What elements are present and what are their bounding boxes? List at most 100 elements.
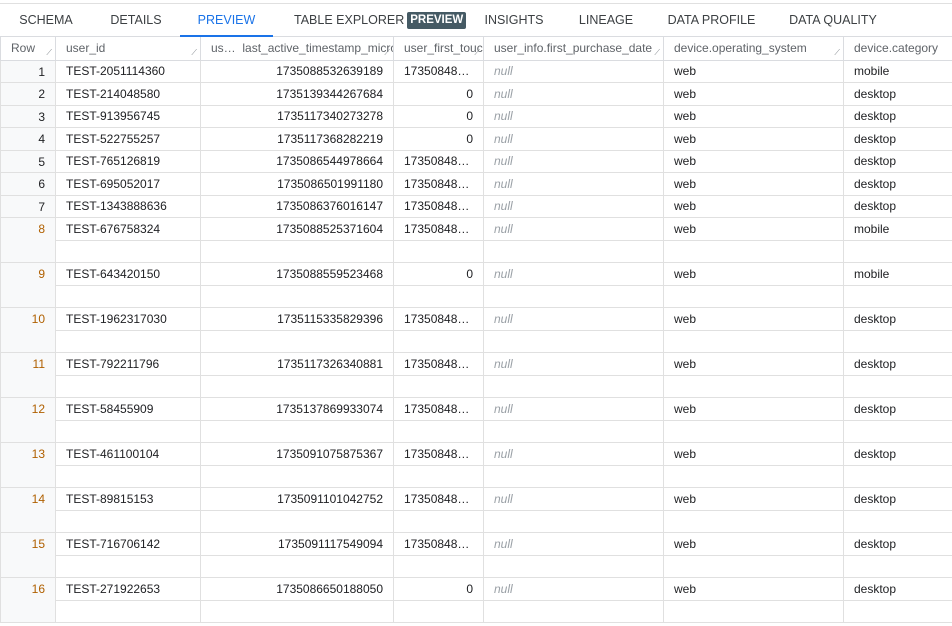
row-number[interactable]: 6 bbox=[0, 172, 56, 196]
cell-os[interactable]: web bbox=[663, 217, 844, 241]
cell-first-purchase[interactable]: null bbox=[483, 217, 664, 241]
resize-handle-icon[interactable]: ⟋ bbox=[46, 48, 52, 58]
cell-last-active[interactable]: 1735115335829396 bbox=[200, 307, 394, 331]
cell-user-id[interactable]: TEST-792211796 bbox=[55, 352, 201, 376]
cell-first-purchase[interactable]: null bbox=[483, 532, 664, 556]
row-number[interactable]: 14 bbox=[0, 487, 56, 533]
tab-data-quality[interactable]: DATA QUALITY bbox=[784, 4, 882, 37]
cell-os[interactable]: web bbox=[663, 172, 844, 196]
cell-first-touch[interactable]: 0 bbox=[393, 82, 484, 106]
cell-last-active[interactable]: 1735086501991180 bbox=[200, 172, 394, 196]
cell-first-touch[interactable]: 0 bbox=[393, 262, 484, 286]
tab-schema[interactable]: SCHEMA bbox=[10, 4, 82, 37]
cell-first-touch[interactable]: 0 bbox=[393, 104, 484, 128]
cell-first-purchase[interactable]: null bbox=[483, 352, 664, 376]
cell-category[interactable]: desktop bbox=[843, 307, 952, 331]
resize-handle-icon[interactable]: ⟋ bbox=[654, 48, 660, 58]
cell-first-purchase[interactable]: null bbox=[483, 82, 664, 106]
cell-last-active[interactable]: 1735086544978664 bbox=[200, 149, 394, 173]
cell-first-purchase[interactable]: null bbox=[483, 104, 664, 128]
cell-category[interactable]: desktop bbox=[843, 577, 952, 601]
cell-first-touch[interactable]: 173508480… bbox=[393, 307, 484, 331]
cell-category[interactable]: desktop bbox=[843, 487, 952, 511]
cell-last-active[interactable]: 1735117326340881 bbox=[200, 352, 394, 376]
tab-preview[interactable]: PREVIEW bbox=[180, 4, 273, 37]
cell-category[interactable]: desktop bbox=[843, 352, 952, 376]
cell-last-active[interactable]: 1735088532639189 bbox=[200, 59, 394, 83]
tab-lineage[interactable]: LINEAGE bbox=[570, 4, 642, 37]
row-number[interactable]: 10 bbox=[0, 307, 56, 353]
cell-last-active[interactable]: 1735088559523468 bbox=[200, 262, 394, 286]
cell-first-touch[interactable]: 173508480… bbox=[393, 149, 484, 173]
cell-first-purchase[interactable]: null bbox=[483, 59, 664, 83]
cell-os[interactable]: web bbox=[663, 532, 844, 556]
cell-os[interactable]: web bbox=[663, 82, 844, 106]
cell-category[interactable]: desktop bbox=[843, 194, 952, 218]
cell-category[interactable]: mobile bbox=[843, 59, 952, 83]
cell-os[interactable]: web bbox=[663, 262, 844, 286]
cell-user-id[interactable]: TEST-214048580 bbox=[55, 82, 201, 106]
cell-last-active[interactable]: 1735137869933074 bbox=[200, 397, 394, 421]
tab-details[interactable]: DETAILS bbox=[100, 4, 172, 37]
row-number[interactable]: 1 bbox=[0, 59, 56, 83]
cell-last-active[interactable]: 1735086650188050 bbox=[200, 577, 394, 601]
cell-user-id[interactable]: TEST-765126819 bbox=[55, 149, 201, 173]
cell-last-active[interactable]: 1735117340273278 bbox=[200, 104, 394, 128]
cell-user-id[interactable]: TEST-716706142 bbox=[55, 532, 201, 556]
cell-category[interactable]: desktop bbox=[843, 397, 952, 421]
cell-os[interactable]: web bbox=[663, 194, 844, 218]
tab-data-profile[interactable]: DATA PROFILE bbox=[664, 4, 759, 37]
cell-user-id[interactable]: TEST-2051114360 bbox=[55, 59, 201, 83]
cell-first-touch[interactable]: 173508480… bbox=[393, 487, 484, 511]
cell-user-id[interactable]: TEST-695052017 bbox=[55, 172, 201, 196]
header-last-active[interactable]: us… last_active_timestamp_micros ⟋ bbox=[200, 37, 394, 61]
cell-category[interactable]: desktop bbox=[843, 442, 952, 466]
cell-category[interactable]: desktop bbox=[843, 82, 952, 106]
cell-first-purchase[interactable]: null bbox=[483, 172, 664, 196]
cell-os[interactable]: web bbox=[663, 352, 844, 376]
cell-os[interactable]: web bbox=[663, 104, 844, 128]
cell-first-touch[interactable]: 173508480… bbox=[393, 194, 484, 218]
cell-last-active[interactable]: 1735091117549094 bbox=[200, 532, 394, 556]
header-first-purchase[interactable]: user_info.first_purchase_date ⟋ bbox=[483, 37, 664, 61]
cell-user-id[interactable]: TEST-676758324 bbox=[55, 217, 201, 241]
cell-os[interactable]: web bbox=[663, 442, 844, 466]
cell-user-id[interactable]: TEST-271922653 bbox=[55, 577, 201, 601]
cell-category[interactable]: desktop bbox=[843, 104, 952, 128]
row-number[interactable]: 15 bbox=[0, 532, 56, 578]
cell-first-touch[interactable]: 173508480… bbox=[393, 217, 484, 241]
row-number[interactable]: 13 bbox=[0, 442, 56, 488]
cell-os[interactable]: web bbox=[663, 397, 844, 421]
row-number[interactable]: 7 bbox=[0, 194, 56, 218]
header-category[interactable]: device.category bbox=[843, 37, 952, 61]
cell-first-purchase[interactable]: null bbox=[483, 194, 664, 218]
cell-first-purchase[interactable]: null bbox=[483, 262, 664, 286]
row-number[interactable]: 4 bbox=[0, 127, 56, 151]
row-number[interactable]: 3 bbox=[0, 104, 56, 128]
cell-last-active[interactable]: 1735086376016147 bbox=[200, 194, 394, 218]
row-number[interactable]: 5 bbox=[0, 149, 56, 173]
cell-last-active[interactable]: 1735091101042752 bbox=[200, 487, 394, 511]
cell-last-active[interactable]: 1735139344267684 bbox=[200, 82, 394, 106]
cell-first-touch[interactable]: 173508480… bbox=[393, 532, 484, 556]
cell-user-id[interactable]: TEST-913956745 bbox=[55, 104, 201, 128]
row-number[interactable]: 2 bbox=[0, 82, 56, 106]
cell-first-touch[interactable]: 0 bbox=[393, 577, 484, 601]
cell-user-id[interactable]: TEST-1962317030 bbox=[55, 307, 201, 331]
cell-first-touch[interactable]: 0 bbox=[393, 127, 484, 151]
resize-handle-icon[interactable]: ⟋ bbox=[834, 48, 840, 58]
cell-first-touch[interactable]: 173508480… bbox=[393, 59, 484, 83]
cell-category[interactable]: desktop bbox=[843, 127, 952, 151]
row-number[interactable]: 12 bbox=[0, 397, 56, 443]
cell-os[interactable]: web bbox=[663, 149, 844, 173]
tab-table-explorer[interactable]: TABLE EXPLORER PREVIEW bbox=[294, 4, 467, 37]
cell-user-id[interactable]: TEST-1343888636 bbox=[55, 194, 201, 218]
resize-handle-icon[interactable]: ⟋ bbox=[384, 48, 390, 58]
cell-first-touch[interactable]: 173508480… bbox=[393, 172, 484, 196]
header-first-touch[interactable]: user_first_touch ⟋ bbox=[393, 37, 484, 61]
cell-user-id[interactable]: TEST-461100104 bbox=[55, 442, 201, 466]
cell-first-purchase[interactable]: null bbox=[483, 397, 664, 421]
cell-first-touch[interactable]: 173508480… bbox=[393, 397, 484, 421]
cell-first-purchase[interactable]: null bbox=[483, 487, 664, 511]
cell-user-id[interactable]: TEST-522755257 bbox=[55, 127, 201, 151]
